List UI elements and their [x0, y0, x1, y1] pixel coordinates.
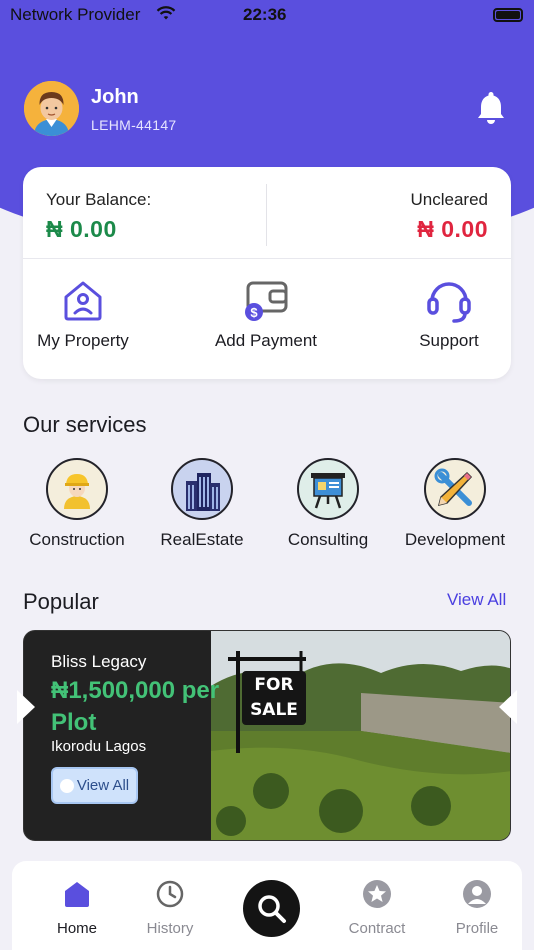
service-consulting[interactable]: Consulting — [274, 458, 382, 550]
tab-label: History — [146, 920, 194, 937]
action-label: Add Payment — [214, 331, 318, 350]
property-location: Ikorodu Lagos — [51, 738, 147, 755]
headset-icon — [427, 282, 471, 323]
search-icon — [257, 894, 286, 923]
tab-contract[interactable]: Contract — [337, 879, 417, 937]
sign-text-line1: FOR — [254, 675, 294, 695]
balance-label: Your Balance: — [46, 190, 152, 209]
service-realestate[interactable]: RealEstate — [148, 458, 256, 550]
action-label: Support — [419, 331, 479, 350]
action-label: My Property — [37, 331, 129, 350]
button-label: View All — [76, 777, 130, 794]
clock: 22:36 — [243, 5, 287, 24]
user-name: John — [91, 86, 139, 108]
service-development[interactable]: Development — [401, 458, 509, 550]
tab-profile[interactable]: Profile — [437, 879, 517, 937]
bottom-tab-bar: Home History Contract Profile — [12, 861, 522, 950]
presentation-board-icon — [297, 458, 359, 520]
star-icon — [363, 880, 391, 908]
notification-bell-icon[interactable] — [476, 90, 506, 126]
tab-history[interactable]: History — [130, 879, 210, 937]
balance-card: Your Balance: ₦ 0.00 Uncleared ₦ 0.00 My… — [23, 167, 511, 379]
tab-home[interactable]: Home — [37, 879, 117, 937]
battery-icon — [493, 8, 523, 22]
status-bar: Network Provider 22:36 — [0, 0, 534, 30]
balance-value: ₦ 0.00 — [46, 216, 117, 242]
info-icon — [59, 778, 74, 793]
divider — [266, 184, 267, 246]
service-construction[interactable]: Construction — [23, 458, 131, 550]
user-id: LEHM-44147 — [91, 117, 177, 133]
service-label: Development — [404, 530, 506, 549]
property-price: ₦1,500,000 per Plot — [51, 677, 220, 736]
service-label: Consulting — [287, 530, 369, 549]
tools-icon — [424, 458, 486, 520]
add-payment-button[interactable]: $ Add Payment — [196, 277, 336, 351]
services-title: Our services — [23, 412, 147, 437]
wallet-icon: $ — [245, 281, 288, 321]
property-card[interactable]: FOR SALE Bliss Legacy ₦1,500,000 per Plo… — [23, 630, 511, 841]
carousel-prev-arrow[interactable] — [17, 690, 35, 724]
service-label: Construction — [29, 530, 125, 549]
view-all-link[interactable]: View All — [447, 590, 506, 610]
popular-title: Popular — [23, 589, 99, 614]
wifi-icon — [156, 6, 176, 20]
carrier-label: Network Provider — [10, 5, 141, 24]
uncleared-value: ₦ 0.00 — [417, 216, 488, 242]
property-view-all-button[interactable]: View All — [51, 767, 138, 804]
for-sale-sign: FOR SALE — [211, 631, 510, 840]
person-icon — [463, 880, 491, 908]
my-property-button[interactable]: My Property — [13, 277, 153, 351]
svg-text:$: $ — [250, 305, 258, 320]
property-name: Bliss Legacy — [51, 652, 147, 671]
sign-text-line2: SALE — [250, 700, 298, 720]
tab-label: Contract — [348, 920, 406, 937]
avatar[interactable] — [24, 81, 79, 136]
house-icon — [64, 281, 102, 321]
tab-label: Profile — [455, 920, 499, 937]
home-icon — [65, 882, 89, 907]
support-button[interactable]: Support — [379, 277, 519, 351]
construction-worker-icon — [46, 458, 108, 520]
uncleared-label: Uncleared — [410, 190, 489, 209]
tab-label: Home — [56, 920, 97, 937]
building-icon — [171, 458, 233, 520]
carousel-next-arrow[interactable] — [499, 690, 517, 724]
search-button[interactable] — [243, 880, 300, 937]
service-label: RealEstate — [160, 530, 244, 549]
clock-icon — [156, 880, 184, 908]
divider — [23, 258, 511, 259]
